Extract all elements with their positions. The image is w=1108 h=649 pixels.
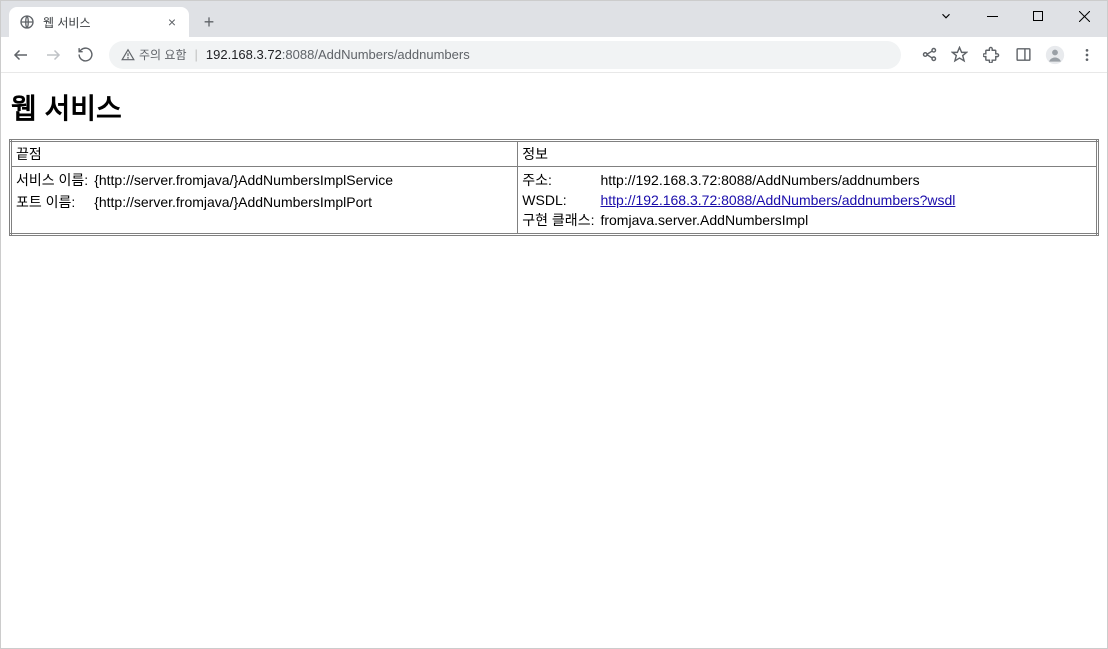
minimize-button[interactable]	[969, 1, 1015, 31]
page-title: 웹 서비스	[11, 87, 1099, 127]
port-name-label: 포트 이름:	[16, 191, 94, 213]
page-content: 웹 서비스 끝점 정보 서비스 이름: {http://server.fromj…	[1, 73, 1107, 244]
endpoint-cell: 서비스 이름: {http://server.fromjava/}AddNumb…	[11, 167, 518, 235]
tab-title: 웹 서비스	[43, 14, 157, 31]
address-bar[interactable]: 주의 요함 | 192.168.3.72:8088/AddNumbers/add…	[109, 41, 901, 69]
webservice-table: 끝점 정보 서비스 이름: {http://server.fromjava/}A…	[9, 139, 1099, 236]
profile-icon[interactable]	[1041, 41, 1069, 69]
table-row: 서비스 이름: {http://server.fromjava/}AddNumb…	[11, 167, 1098, 235]
tab-close-icon[interactable]: ×	[165, 15, 179, 29]
extensions-icon[interactable]	[977, 41, 1005, 69]
impl-class-label: 구현 클래스:	[522, 209, 600, 231]
window-controls	[923, 1, 1107, 31]
reload-button[interactable]	[71, 41, 99, 69]
browser-toolbar: 주의 요함 | 192.168.3.72:8088/AddNumbers/add…	[1, 37, 1107, 73]
url-text: 192.168.3.72:8088/AddNumbers/addnumbers	[206, 47, 470, 62]
globe-icon	[19, 14, 35, 30]
bookmark-icon[interactable]	[945, 41, 973, 69]
impl-class-value: fromjava.server.AddNumbersImpl	[600, 209, 961, 231]
header-endpoint: 끝점	[11, 141, 518, 167]
service-name-value: {http://server.fromjava/}AddNumbersImplS…	[94, 169, 399, 191]
menu-icon[interactable]	[1073, 41, 1101, 69]
header-info: 정보	[518, 141, 1098, 167]
maximize-button[interactable]	[1015, 1, 1061, 31]
security-label: 주의 요함	[139, 46, 187, 63]
browser-tab[interactable]: 웹 서비스 ×	[9, 7, 189, 37]
address-label: 주소:	[522, 169, 600, 191]
back-button[interactable]	[7, 41, 35, 69]
warning-icon	[121, 48, 135, 62]
port-name-value: {http://server.fromjava/}AddNumbersImplP…	[94, 191, 399, 213]
separator: |	[195, 47, 198, 62]
forward-button[interactable]	[39, 41, 67, 69]
security-indicator[interactable]: 주의 요함	[121, 46, 187, 63]
service-name-label: 서비스 이름:	[16, 169, 94, 191]
close-button[interactable]	[1061, 1, 1107, 31]
address-value: http://192.168.3.72:8088/AddNumbers/addn…	[600, 169, 961, 191]
wsdl-link[interactable]: http://192.168.3.72:8088/AddNumbers/addn…	[600, 192, 955, 208]
info-cell: 주소: http://192.168.3.72:8088/AddNumbers/…	[518, 167, 1098, 235]
share-icon[interactable]	[915, 41, 943, 69]
new-tab-button[interactable]: +	[195, 8, 223, 36]
browser-titlebar: 웹 서비스 × +	[1, 1, 1107, 37]
chevron-down-icon[interactable]	[923, 1, 969, 31]
wsdl-label: WSDL:	[522, 191, 600, 209]
table-header-row: 끝점 정보	[11, 141, 1098, 167]
side-panel-icon[interactable]	[1009, 41, 1037, 69]
